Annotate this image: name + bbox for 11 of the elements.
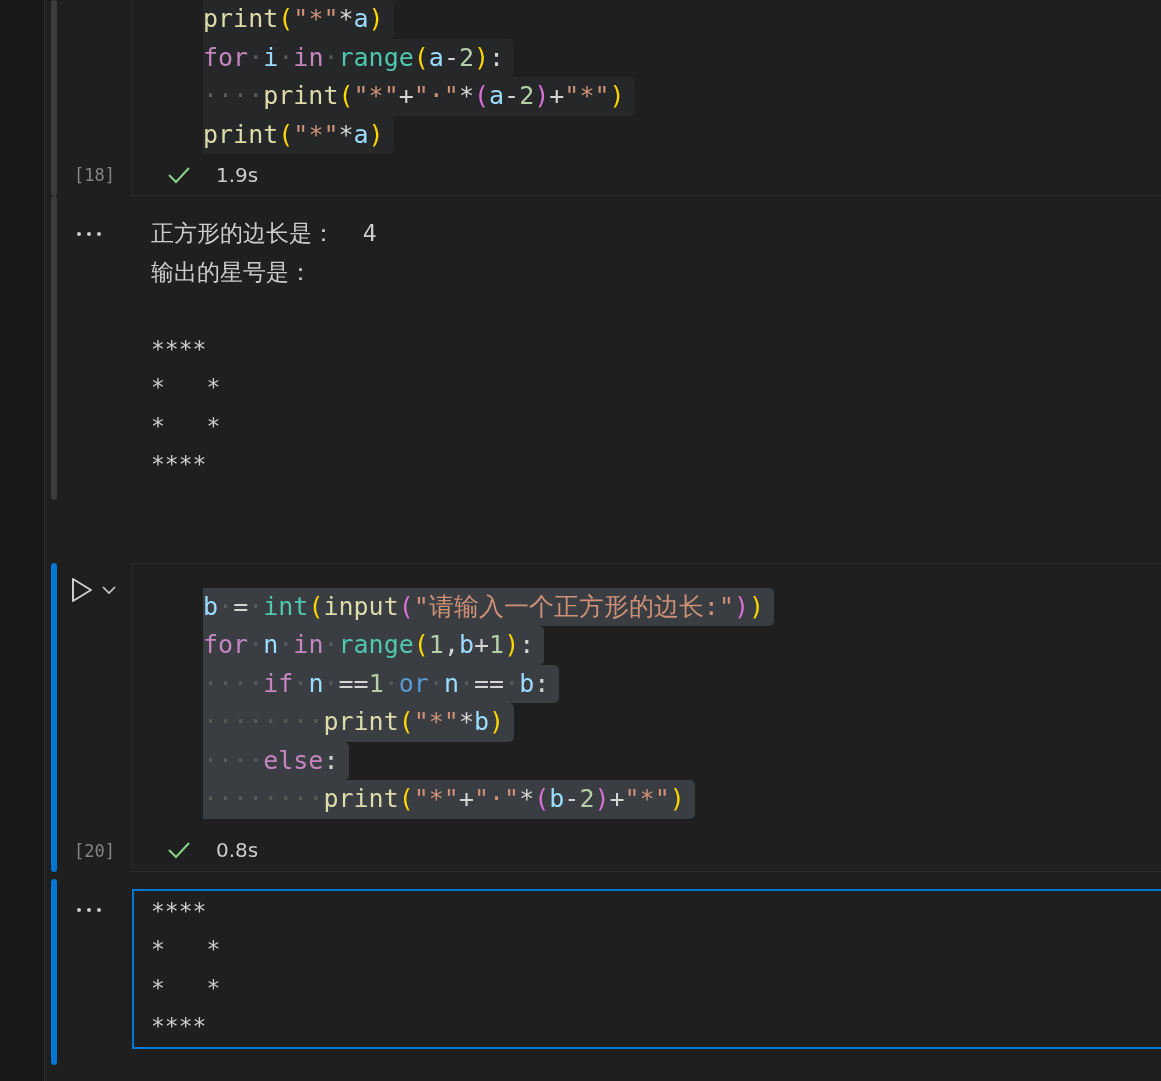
execution-count: [18] <box>73 164 116 187</box>
chevron-down-icon[interactable] <box>101 584 117 595</box>
run-button[interactable] <box>71 576 93 603</box>
execution-time: 1.9s <box>216 161 259 189</box>
more-actions-icon[interactable] <box>76 906 102 913</box>
more-actions-icon[interactable] <box>76 231 102 237</box>
output-text: 正方形的边长是： 4 输出的星号是： **** * * * * **** <box>151 219 377 479</box>
output-text: **** * * * * **** <box>151 896 221 1041</box>
checkmark-icon <box>167 840 191 860</box>
execution-time: 0.8s <box>216 837 259 864</box>
execution-count: [20] <box>73 839 116 863</box>
